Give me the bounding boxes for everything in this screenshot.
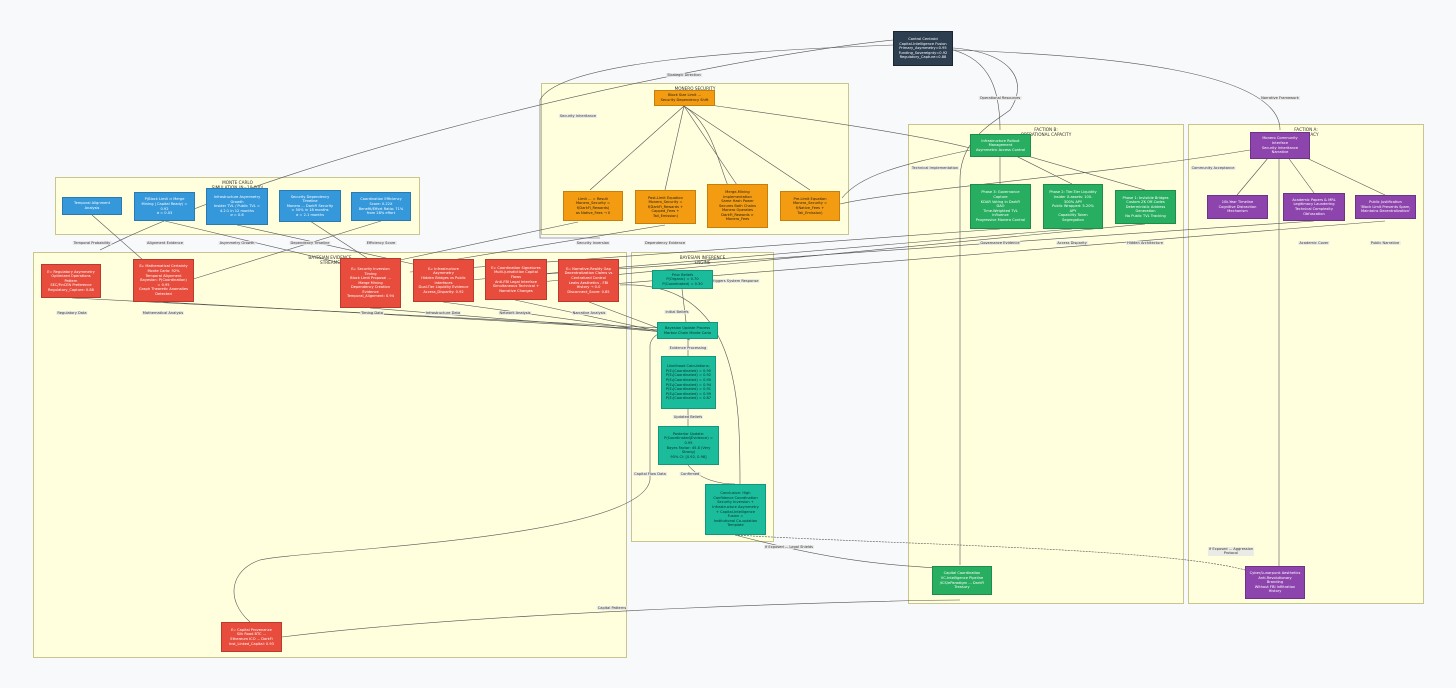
edge xyxy=(683,105,738,186)
evidence-e4-node[interactable]: E₄: Infrastructure Asymmetry Hidden Brid… xyxy=(413,259,474,302)
edge-label: Strategic Direction xyxy=(666,73,702,78)
edge xyxy=(399,221,579,261)
edge xyxy=(689,101,971,149)
infrastructure-rollout-node[interactable]: Infrastructure Rollout Management Asymme… xyxy=(970,134,1031,157)
security-dependency-timeline-node[interactable]: Security Dependency Timeline Monero ... … xyxy=(279,190,341,222)
edge xyxy=(439,224,666,263)
edge xyxy=(539,223,1146,283)
edge-label: Narrative Framework xyxy=(1260,96,1300,101)
edge-label: Capital Flow Data xyxy=(633,472,667,477)
edge xyxy=(529,220,1315,276)
edge-label: Capital Patterns xyxy=(596,606,628,611)
edge-label: Dependency Evidence xyxy=(643,241,687,246)
edges-layer xyxy=(71,39,1386,638)
evidence-e6-node[interactable]: E₆: Mathematical Certainty Monte Carlo: … xyxy=(133,259,194,302)
edge xyxy=(233,328,691,623)
edge-label: Asymmetry Growth xyxy=(218,241,256,246)
posterior-update-node[interactable]: Posterior Update: P(Coordinated|Evidence… xyxy=(658,426,719,465)
edge xyxy=(236,224,441,271)
coordination-efficiency-node[interactable]: Coordination Efficiency Score: 0.22X Ben… xyxy=(351,192,411,221)
infrastructure-asymmetry-growth-node[interactable]: Infrastructure Asymmetry Growth Insider … xyxy=(206,188,268,225)
edge-label: Security Inheritance xyxy=(558,114,598,119)
edge-label: Narrative Analysis xyxy=(571,311,607,316)
edge-label: Confirmed xyxy=(679,472,701,477)
edge-label: Access Disparity xyxy=(1056,241,1088,246)
evidence-e3-node[interactable]: E₃: Coordination Signatures Multi-Jurisd… xyxy=(485,259,547,300)
edge-label: Network Analysis xyxy=(498,311,532,316)
edge-label: Updated Beliefs xyxy=(672,415,704,420)
temporal-alignment-node[interactable]: Temporal Alignment Analysis xyxy=(62,197,122,215)
edge-label: Efficiency Score xyxy=(365,241,397,246)
limit-result-node[interactable]: Limit ... = Result Monero_Security = f(D… xyxy=(563,191,623,221)
academic-papers-node[interactable]: Academic Papers & MRL Legitimacy Launder… xyxy=(1283,193,1345,221)
edge-label: Public Narrative xyxy=(1369,241,1401,246)
edge xyxy=(683,105,811,191)
edge xyxy=(841,149,971,199)
edge xyxy=(681,288,687,323)
10k-year-timeline-node[interactable]: 10k-Year Timeline Cognitive Distraction … xyxy=(1207,195,1268,219)
edge xyxy=(952,49,1001,131)
merge-probability-node[interactable]: P(Block Limit ⇒ Merge Mining | Capital R… xyxy=(134,192,195,221)
likelihood-calculations-node[interactable]: Likelihood Calculations: P(E₁|Coordinate… xyxy=(661,356,716,409)
edge xyxy=(599,220,1386,286)
edge-label: Initial Beliefs xyxy=(664,310,690,315)
merge-mining-node[interactable]: Merge-Mining Implementation Same Hash Po… xyxy=(707,184,768,228)
edge-label: Regulatory Data xyxy=(56,311,88,316)
capital-coordination-node[interactable]: Capital Coordination VC-Intelligence Pip… xyxy=(932,566,992,595)
edge-label: Operational Resources xyxy=(978,96,1022,101)
evidence-e2-node[interactable]: E₂: Narrative-Reality Gap Decentralizati… xyxy=(558,259,619,302)
evidence-e7-node[interactable]: E₇: Regulatory Asymmetry Optimized Opera… xyxy=(41,264,101,298)
post-limit-equation-node[interactable]: Post-Limit Equation Monero_Security = f(… xyxy=(635,190,696,224)
edge xyxy=(734,534,1261,576)
phase1-bridges-node[interactable]: Phase 1: Invisible Bridges Custom ZK Off… xyxy=(1115,190,1176,224)
control-centroid-node[interactable]: Control Centroid Capital-Intelligence Fu… xyxy=(893,31,953,66)
public-justification-node[interactable]: Public Justification 'Block Limit Preven… xyxy=(1355,195,1416,219)
edge xyxy=(664,105,685,191)
edge-label: Triggers System Response xyxy=(710,279,760,284)
edge-label: Mathematical Analysis xyxy=(141,311,185,316)
edge xyxy=(589,105,685,191)
edge-label: Timing Data xyxy=(360,311,384,316)
monero-community-node[interactable]: Monero Community Interface Security Inhe… xyxy=(1250,132,1310,159)
edge xyxy=(162,301,701,333)
cyber-aesthetics-node[interactable]: Cyber/Lunarpunk Aesthetics Anti-Revoluti… xyxy=(1245,566,1305,599)
edge-label: Hidden Architecture xyxy=(1126,241,1164,246)
edge-label: Academic Cover xyxy=(1298,241,1330,246)
edge-label: Temporal Probability xyxy=(72,241,112,246)
phase3-governance-node[interactable]: Phase 3: Governance Capture KDAR Voting … xyxy=(970,184,1031,229)
phase2-liquidity-node[interactable]: Phase 2: Tier-Tier Liquidity Insider X-a… xyxy=(1043,184,1103,229)
edge-label: Evidence Processing xyxy=(668,346,708,351)
edge-label: Community Acceptance xyxy=(1190,166,1236,171)
edge-label: Infrastructure Data xyxy=(424,311,462,316)
edge-label: If Exposed ... Legal Shields xyxy=(763,545,815,550)
edge-label: Governance Evidence xyxy=(979,241,1021,246)
edge-label: Security Inversion xyxy=(575,241,611,246)
bayesian-update-node[interactable]: Bayesian Update Process Markov Chain Mon… xyxy=(657,322,718,339)
conclusion-node[interactable]: Conclusion: High Confidence Coordination… xyxy=(705,484,766,535)
evidence-e1-node[interactable]: E₁: Capital Provenance Silk Road BTC ...… xyxy=(221,622,282,652)
evidence-e5-node[interactable]: E₅: Security Inversion Timing Block Limi… xyxy=(340,258,401,308)
edge-label: Dependency Timeline xyxy=(289,241,331,246)
edge-label: Alignment Evidence xyxy=(146,241,184,246)
pre-limit-equation-node[interactable]: Pre-Limit Equation Monero_Security = f(N… xyxy=(780,191,840,221)
edge-label: If Exposed ... Aggression Protocol xyxy=(1207,547,1255,556)
edge-label: Technical Implementation xyxy=(910,166,960,171)
diagram-canvas: MONERO SECURITY MONTE CARLO SIMULATION (… xyxy=(0,0,1456,688)
edge xyxy=(952,47,1018,565)
block-size-limit-node[interactable]: Block Size Limit ... Security Dependency… xyxy=(654,90,715,106)
prior-beliefs-node[interactable]: Prior Beliefs P(Organic) = 0.70 P(Coordi… xyxy=(652,270,713,289)
